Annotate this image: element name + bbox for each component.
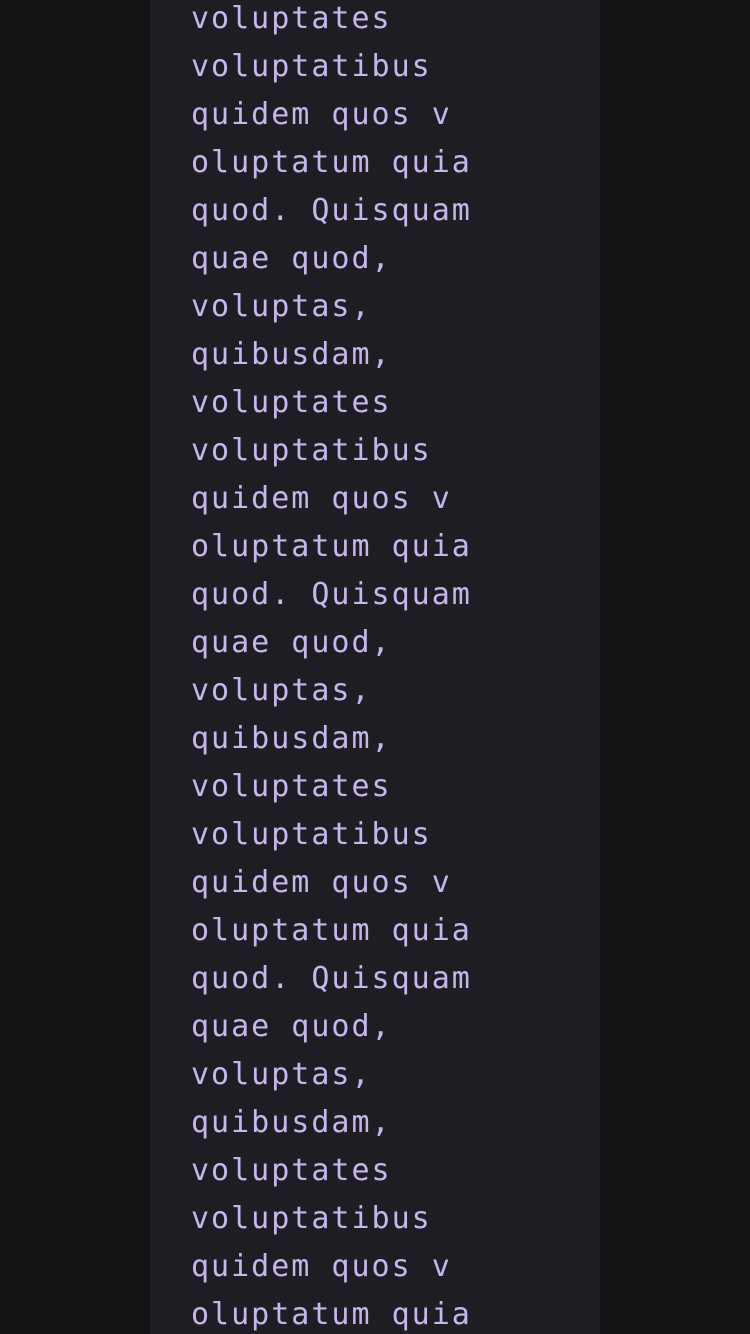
- text-line: oluptatum quia: [191, 1297, 472, 1332]
- text-line: quae quod,: [191, 1009, 392, 1044]
- text-line: voluptatibus: [191, 49, 432, 84]
- text-line: voluptas,: [191, 1057, 372, 1092]
- text-line: oluptatum quia: [191, 145, 472, 180]
- text-line: quidem quos v: [191, 97, 452, 132]
- text-line: quod. Quisquam: [191, 961, 472, 996]
- text-line: quibusdam,: [191, 1105, 392, 1140]
- text-line: quae quod,: [191, 625, 392, 660]
- text-line: voluptates: [191, 1153, 392, 1188]
- text-block: voluptates voluptatibus quidem quos v ol…: [191, 0, 472, 1334]
- text-line: quod. Quisquam: [191, 193, 472, 228]
- text-line: voluptatibus: [191, 817, 432, 852]
- text-line: quae quod,: [191, 241, 392, 276]
- text-line: oluptatum quia: [191, 529, 472, 564]
- text-line: voluptates: [191, 769, 392, 804]
- text-line: voluptatibus: [191, 433, 432, 468]
- text-line: quidem quos v: [191, 1249, 452, 1284]
- text-panel: voluptates voluptatibus quidem quos v ol…: [150, 0, 600, 1334]
- text-line: voluptates: [191, 1, 392, 36]
- text-line: oluptatum quia: [191, 913, 472, 948]
- text-line: voluptatibus: [191, 1201, 432, 1236]
- text-line: voluptas,: [191, 673, 372, 708]
- text-line: voluptates: [191, 385, 392, 420]
- text-line: quidem quos v: [191, 865, 452, 900]
- text-line: quidem quos v: [191, 481, 452, 516]
- text-line: quod. Quisquam: [191, 577, 472, 612]
- text-line: quibusdam,: [191, 337, 392, 372]
- text-line: quibusdam,: [191, 721, 392, 756]
- text-line: voluptas,: [191, 289, 372, 324]
